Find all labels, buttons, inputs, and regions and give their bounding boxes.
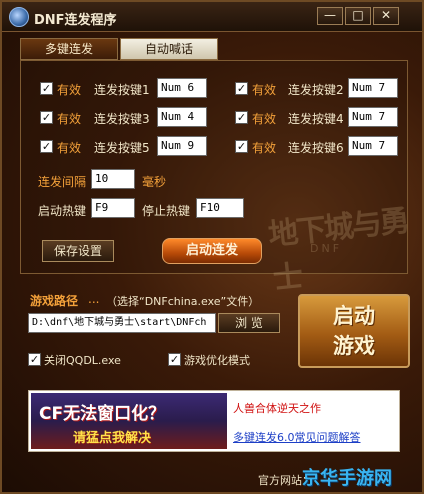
key4-label: 连发按键4 (288, 112, 344, 126)
dnf-watermark-logo: 地下城与勇士 (266, 203, 410, 297)
title-bar[interactable]: DNF连发程序 — □ ✕ (2, 2, 422, 32)
tab-auto-shout[interactable]: 自动喊话 (120, 38, 218, 60)
stop-hotkey-field[interactable]: F10 (196, 198, 244, 218)
key6-label: 连发按键6 (288, 141, 344, 155)
save-settings-button[interactable]: 保存设置 (42, 240, 114, 262)
key6-field[interactable]: Num 7 (348, 136, 398, 156)
key5-enabled-checkbox[interactable]: ✓ (40, 140, 53, 153)
key3-enabled-label: 有效 (57, 112, 82, 126)
key1-enabled-label: 有效 (57, 83, 82, 97)
key2-field[interactable]: Num 7 (348, 78, 398, 98)
game-path-hint: （选择“DNFchina.exe”文件） (106, 295, 260, 308)
key2-label: 连发按键2 (288, 83, 344, 97)
key4-field[interactable]: Num 7 (348, 107, 398, 127)
start-hotkey-label: 启动热键 (38, 204, 87, 218)
minimize-button[interactable]: — (317, 7, 343, 25)
interval-field[interactable]: 10 (91, 169, 135, 189)
key5-label: 连发按键5 (94, 141, 150, 155)
key1-enabled-checkbox[interactable]: ✓ (40, 82, 53, 95)
maximize-button[interactable]: □ (345, 7, 371, 25)
faq-link[interactable]: 多键连发6.0常见问题解答 (233, 429, 361, 445)
key1-field[interactable]: Num 6 (157, 78, 207, 98)
window-title: DNF连发程序 (34, 13, 117, 28)
key6-enabled-label: 有效 (252, 141, 277, 155)
key4-enabled-checkbox[interactable]: ✓ (235, 111, 248, 124)
ad-banner-image[interactable]: CF无法窗口化？ 请猛点我解决 (31, 393, 227, 449)
close-qqdl-checkbox[interactable]: ✓ (28, 353, 41, 366)
interval-label: 连发间隔 (38, 175, 87, 189)
launch-game-button[interactable]: 启动 游戏 (298, 294, 410, 368)
dnf-watermark-sub: DNF (310, 242, 343, 255)
ad-link-1[interactable]: 人兽合体逆天之作 (233, 400, 321, 416)
launch-game-line1: 启动 (333, 304, 375, 328)
stop-hotkey-label: 停止热键 (142, 204, 191, 218)
key6-enabled-checkbox[interactable]: ✓ (235, 140, 248, 153)
key2-enabled-checkbox[interactable]: ✓ (235, 82, 248, 95)
key3-field[interactable]: Num 4 (157, 107, 207, 127)
site-brand-logo[interactable]: 京华手游网 (302, 464, 392, 490)
ad-banner-subline: 请猛点我解决 (73, 431, 152, 446)
tab-multi-key[interactable]: 多键连发 (20, 38, 118, 60)
game-optimize-label: 游戏优化模式 (184, 354, 250, 367)
game-path-label: 游戏路径 (30, 294, 79, 308)
key4-enabled-label: 有效 (252, 112, 277, 126)
app-window: DNF连发程序 — □ ✕ 多键连发 自动喊话 地下城与勇士 DNF ✓ 有效 … (0, 0, 424, 494)
ad-banner[interactable]: CF无法窗口化？ 请猛点我解决 人兽合体逆天之作 多键连发6.0常见问题解答 (28, 390, 400, 452)
key5-enabled-label: 有效 (57, 141, 82, 155)
key5-field[interactable]: Num 9 (157, 136, 207, 156)
game-path-field[interactable]: D:\dnf\地下城与勇士\start\DNFch (28, 313, 216, 333)
key3-enabled-checkbox[interactable]: ✓ (40, 111, 53, 124)
key1-label: 连发按键1 (94, 83, 150, 97)
start-autofire-button[interactable]: 启动连发 (162, 238, 262, 264)
app-logo-icon (9, 7, 29, 27)
close-qqdl-label: 关闭QQDL.exe (44, 354, 121, 367)
key3-label: 连发按键3 (94, 112, 150, 126)
browse-button[interactable]: 浏 览 (218, 313, 280, 333)
close-button[interactable]: ✕ (373, 7, 399, 25)
game-path-dots: ... (88, 292, 100, 306)
ad-banner-headline: CF无法窗口化？ (39, 404, 166, 424)
game-optimize-checkbox[interactable]: ✓ (168, 353, 181, 366)
start-hotkey-field[interactable]: F9 (91, 198, 135, 218)
key2-enabled-label: 有效 (252, 83, 277, 97)
launch-game-line2: 游戏 (333, 334, 375, 358)
interval-unit: 毫秒 (142, 175, 167, 189)
